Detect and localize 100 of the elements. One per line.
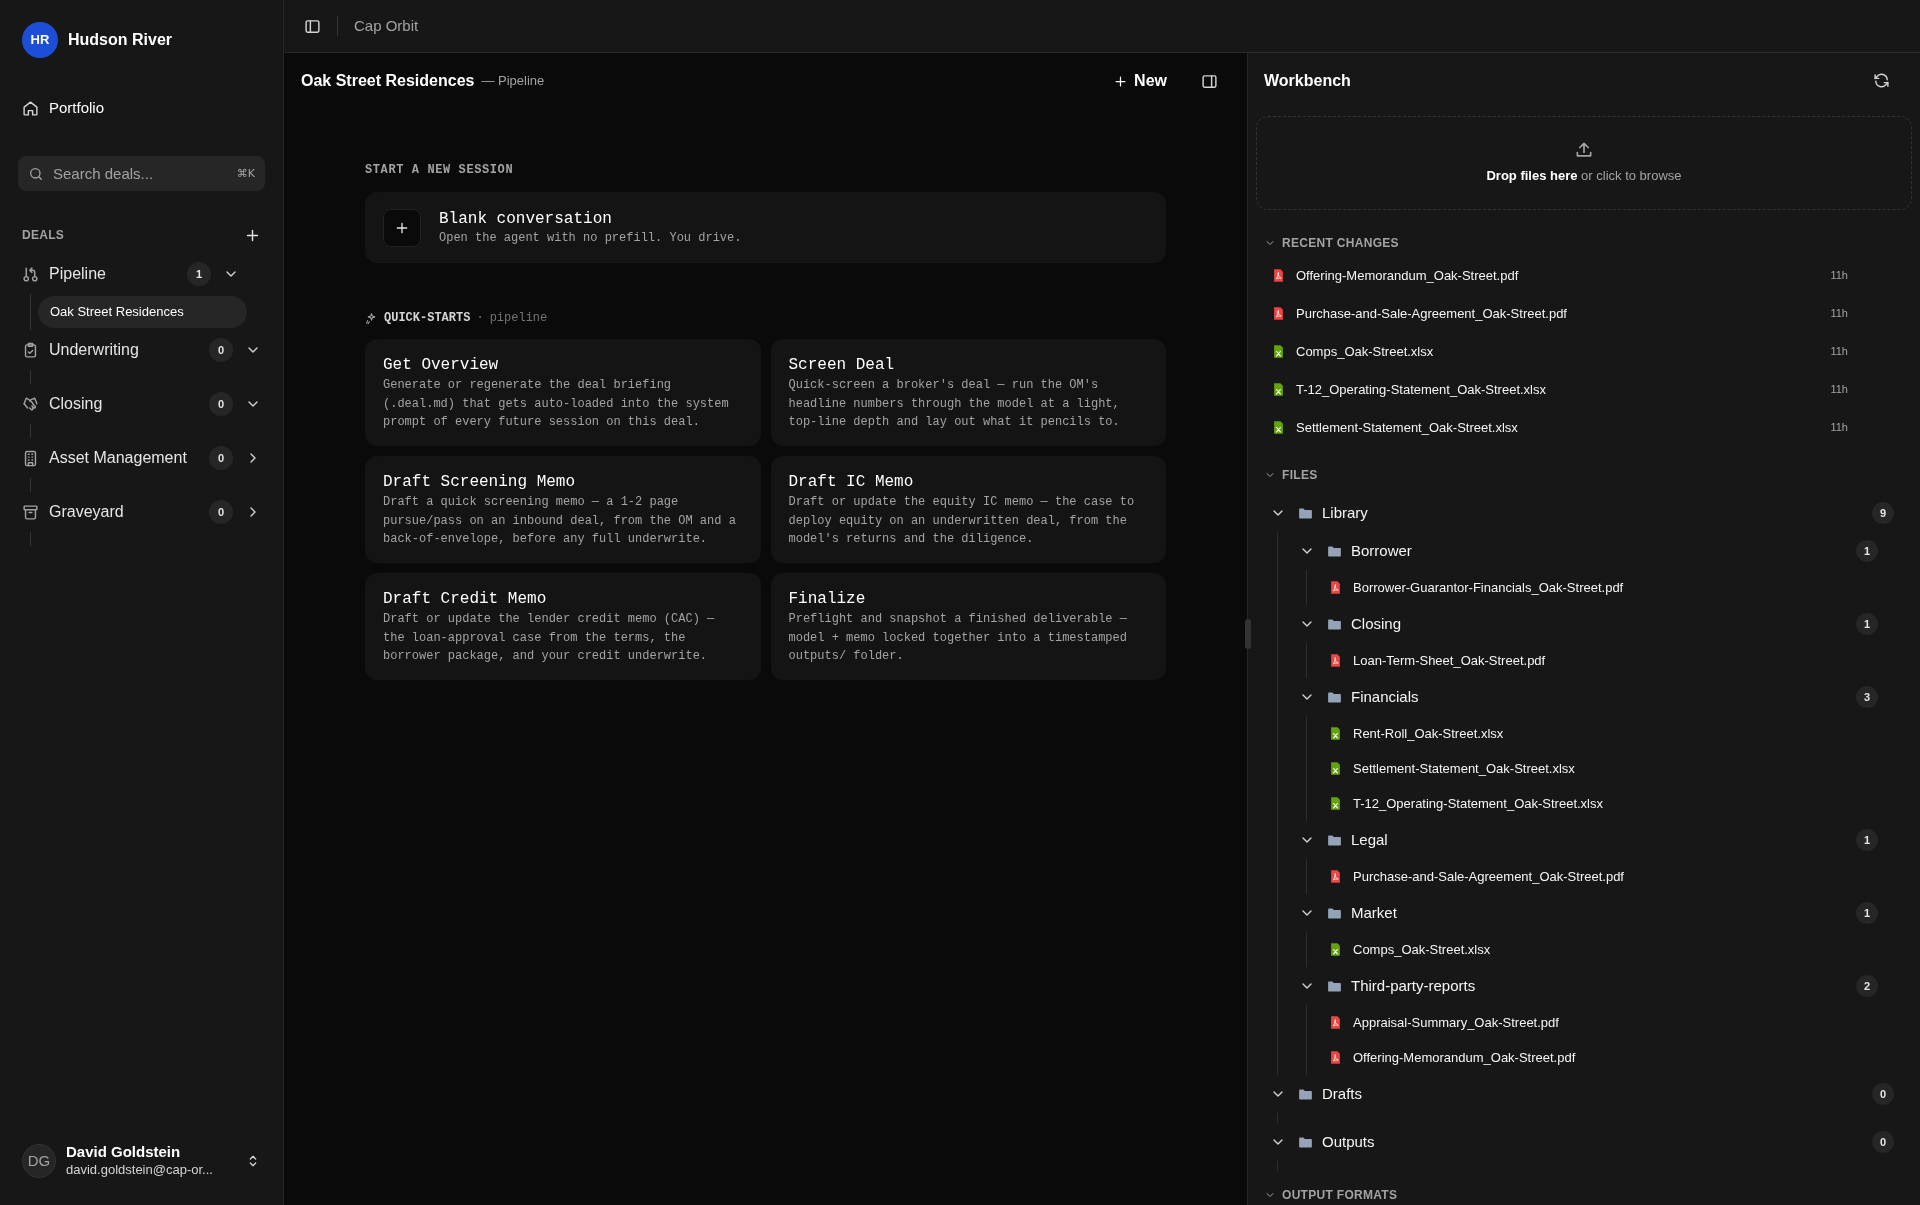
folder-row[interactable]: Financials 3 xyxy=(1299,678,1898,717)
card-description: Preflight and snapshot a finished deliverable — model + memo locked together into a timestamped outputs/ folder. xyxy=(788,611,1128,665)
new-button[interactable]: New xyxy=(1109,66,1171,96)
folder-row[interactable]: Borrower 1 xyxy=(1299,532,1898,571)
folder-row[interactable]: Outputs 0 xyxy=(1270,1123,1914,1162)
panel-title: Workbench xyxy=(1264,70,1351,91)
card-title: Get Overview xyxy=(383,355,500,375)
count-badge: 0 xyxy=(1872,1083,1894,1106)
deal-title: Oak Street Residences xyxy=(301,71,475,91)
folder-row[interactable]: Market 1 xyxy=(1299,894,1898,933)
file-row[interactable]: Appraisal-Summary_Oak-Street.pdf xyxy=(1328,1005,1898,1041)
section-heading: DEALS xyxy=(22,227,65,244)
user-name: David Goldstein xyxy=(66,1143,182,1161)
refresh-icon[interactable] xyxy=(1873,72,1890,89)
spreadsheet-file-icon xyxy=(1328,725,1343,743)
user-email: david.goldstein@cap-or... xyxy=(66,1161,214,1179)
file-time: 11h xyxy=(1830,382,1848,398)
spreadsheet-file-icon xyxy=(1328,760,1343,778)
card-title: Draft Credit Memo xyxy=(383,589,548,609)
drop-zone[interactable]: Drop files here or click to browse xyxy=(1256,116,1912,210)
spreadsheet-file-icon xyxy=(1271,381,1286,399)
section-header[interactable]: RECENT CHANGES xyxy=(1248,233,1920,253)
stage-icon xyxy=(22,449,39,467)
file-row[interactable]: Purchase-and-Sale-Agreement_Oak-Street.pdf xyxy=(1328,859,1898,895)
card-description: Generate or regenerate the deal briefing (.deal.md) that gets auto-loaded into the system prompt of every future session on this deal. xyxy=(383,377,730,431)
folder-row[interactable]: Legal 1 xyxy=(1299,821,1898,860)
section-heading: QUICK-STARTS xyxy=(384,310,471,327)
folder-row[interactable]: Closing 1 xyxy=(1299,605,1898,644)
panel-toggle-icon[interactable] xyxy=(1201,72,1218,90)
sparkle-icon xyxy=(365,311,378,325)
stage-icon xyxy=(22,395,39,413)
file-row[interactable]: Offering-Memorandum_Oak-Street.pdf xyxy=(1328,1040,1898,1076)
deal-stage[interactable]: Asset Management 0 xyxy=(14,438,269,478)
count-badge: 1 xyxy=(1856,613,1878,636)
home-icon xyxy=(22,99,39,117)
pdf-file-icon xyxy=(1328,868,1343,886)
recent-file-row[interactable]: Offering-Memorandum_Oak-Street.pdf 11h xyxy=(1248,256,1920,295)
blank-conversation-card[interactable]: Blank conversation Open the agent with no prefill. You drive. xyxy=(365,192,1166,263)
file-row[interactable]: Settlement-Statement_Oak-Street.xlsx xyxy=(1328,751,1898,787)
workspace-name: Hudson River xyxy=(68,30,172,50)
section-header[interactable]: OUTPUT FORMATS xyxy=(1248,1185,1920,1205)
file-row[interactable]: T-12_Operating-Statement_Oak-Street.xlsx xyxy=(1328,786,1898,822)
quick-start-card[interactable]: Draft IC Memo Draft or update the equity IC memo — the case to deploy equity on an underwritten deal, from the model's returns and the diligence. xyxy=(770,456,1166,563)
section-header[interactable]: FILES xyxy=(1248,464,1920,485)
deal-stage[interactable]: Pipeline 1 xyxy=(14,254,247,294)
file-time: 11h xyxy=(1830,306,1848,322)
file-row[interactable]: Comps_Oak-Street.xlsx xyxy=(1328,932,1898,968)
plus-icon xyxy=(1113,73,1129,89)
card-title: Draft Screening Memo xyxy=(383,472,577,492)
quick-start-card[interactable]: Finalize Preflight and snapshot a finished deliverable — model + memo locked together into a timestamped outputs/ folder. xyxy=(770,573,1166,680)
deal-stage[interactable]: Underwriting 0 xyxy=(14,330,269,370)
scope-label: pipeline xyxy=(489,310,548,327)
file-time: 11h xyxy=(1830,344,1848,360)
card-title: Draft IC Memo xyxy=(788,472,915,492)
pdf-file-icon xyxy=(1328,1014,1343,1032)
card-title: Finalize xyxy=(788,589,867,609)
file-row[interactable]: Rent-Roll_Oak-Street.xlsx xyxy=(1328,716,1898,752)
quick-start-card[interactable]: Get Overview Generate or regenerate the deal briefing (.deal.md) that gets auto-loaded into the system prompt of every future session on this deal. xyxy=(365,339,761,446)
recent-file-row[interactable]: T-12_Operating-Statement_Oak-Street.xlsx 11h xyxy=(1248,370,1920,409)
folder-row[interactable]: Drafts 0 xyxy=(1270,1075,1914,1114)
file-time: 11h xyxy=(1830,268,1848,284)
file-row[interactable]: Borrower-Guarantor-Financials_Oak-Street.pdf xyxy=(1328,570,1898,606)
card-description: Quick-screen a broker's deal — run the OM's headline numbers through the model at a light, top-line depth and lay out what it pencils to. xyxy=(788,377,1121,431)
quick-start-card[interactable]: Screen Deal Quick-screen a broker's deal — run the OM's headline numbers through the model at a light, top-line depth and lay out what it pencils to. xyxy=(770,339,1166,446)
pdf-file-icon xyxy=(1328,1049,1343,1067)
card-description: Draft a quick screening memo — a 1-2 page pursue/pass on an inbound deal, from the OM and a back-of-envelope, before any full underwrite. xyxy=(383,494,737,548)
count-badge: 0 xyxy=(209,446,233,470)
deal-stage[interactable]: Graveyard 0 xyxy=(14,492,269,532)
deal-stage[interactable]: Closing 0 xyxy=(14,384,269,424)
recent-file-row[interactable]: Purchase-and-Sale-Agreement_Oak-Street.pdf 11h xyxy=(1248,294,1920,333)
count-badge: 3 xyxy=(1856,686,1878,709)
folder-row[interactable]: Third-party-reports 2 xyxy=(1299,967,1898,1006)
card-description: Draft or update the lender credit memo (CAC) — the loan-approval case from the terms, the borrower package, and your credit underwrite. xyxy=(383,611,716,665)
card-title: Screen Deal xyxy=(788,355,896,375)
resize-handle[interactable] xyxy=(1245,619,1251,649)
count-badge: 2 xyxy=(1856,975,1878,998)
count-badge: 9 xyxy=(1872,502,1894,525)
quick-start-card[interactable]: Draft Credit Memo Draft or update the lender credit memo (CAC) — the loan-approval case from the terms, the borrower package, and your credit underwrite. xyxy=(365,573,761,680)
recent-file-row[interactable]: Settlement-Statement_Oak-Street.xlsx 11h xyxy=(1248,408,1920,447)
search-icon xyxy=(28,166,44,182)
card-description: Draft or update the equity IC memo — the case to deploy equity on an underwritten deal, from the model's returns and the diligence. xyxy=(788,494,1136,548)
file-row[interactable]: Loan-Term-Sheet_Oak-Street.pdf xyxy=(1328,643,1898,679)
pdf-file-icon xyxy=(1271,267,1286,285)
separator-dot: · xyxy=(476,310,484,327)
deal-stage-label: — Pipeline xyxy=(481,72,545,91)
sidebar-toggle-icon[interactable] xyxy=(304,17,321,35)
count-badge: 0 xyxy=(209,392,233,416)
folder-row[interactable]: Library 9 xyxy=(1270,494,1914,533)
user-avatar: DG xyxy=(22,1144,56,1178)
nav-item[interactable]: Portfolio xyxy=(14,91,269,125)
spreadsheet-file-icon xyxy=(1328,941,1343,959)
card-description: Open the agent with no prefill. You drive. xyxy=(439,229,742,247)
count-badge: 1 xyxy=(1856,540,1878,563)
stage-icon xyxy=(22,503,39,521)
count-badge: 1 xyxy=(187,262,211,286)
quick-start-card[interactable]: Draft Screening Memo Draft a quick screening memo — a 1-2 page pursue/pass on an inbound deal, from the OM and a back-of-envelope, before any full underwrite. xyxy=(365,456,761,563)
count-badge: 1 xyxy=(1856,829,1878,852)
pdf-file-icon xyxy=(1271,305,1286,323)
recent-file-row[interactable]: Comps_Oak-Street.xlsx 11h xyxy=(1248,332,1920,371)
deal-item[interactable]: Oak Street Residences xyxy=(38,296,247,328)
